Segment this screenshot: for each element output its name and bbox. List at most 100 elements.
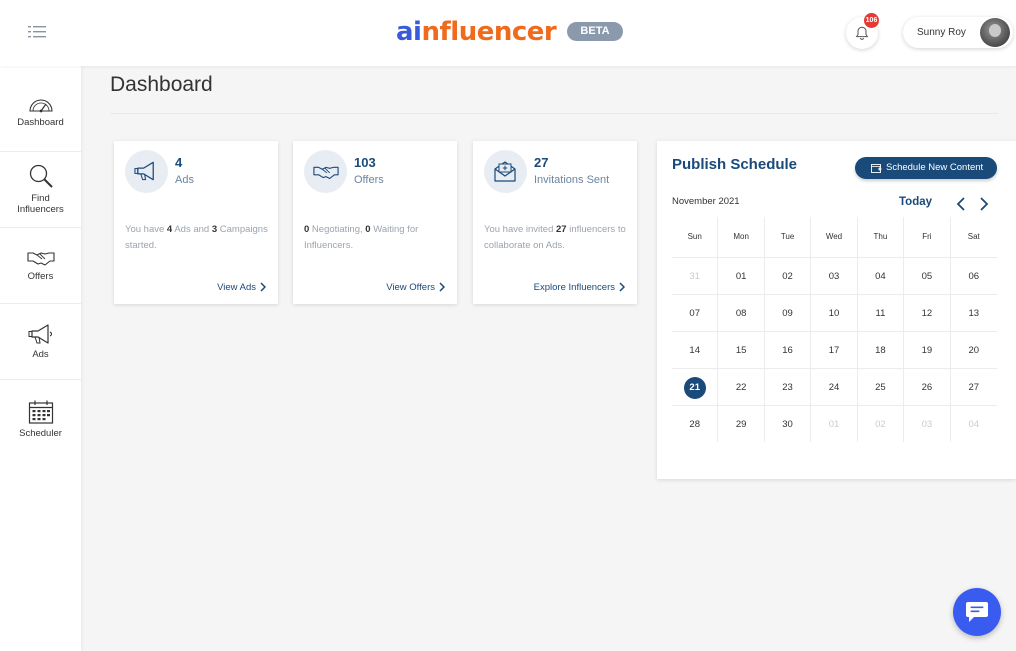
logo-rest: nfluencer bbox=[421, 17, 557, 47]
sidebar-item-label: Offers bbox=[27, 271, 54, 282]
chevron-right-icon bbox=[260, 282, 266, 292]
calendar-day[interactable]: 26 bbox=[904, 368, 951, 405]
calendar-day[interactable]: 08 bbox=[718, 294, 765, 331]
calendar-day[interactable]: 31 bbox=[672, 257, 719, 294]
ads-count: 4 bbox=[175, 155, 183, 170]
chat-button[interactable] bbox=[953, 588, 1001, 636]
calendar-day[interactable]: 04 bbox=[857, 257, 905, 294]
calendar-day[interactable]: 16 bbox=[764, 331, 812, 368]
offers-stat-card: 103 Offers 0 Negotiating, 0 Waiting for … bbox=[293, 141, 457, 304]
weekday-header: Sat bbox=[967, 232, 980, 241]
calendar-day[interactable]: 30 bbox=[764, 405, 812, 442]
calendar-day-number: 29 bbox=[735, 419, 747, 430]
sidebar-item-label: Scheduler bbox=[19, 428, 62, 439]
calendar-day-number: 02 bbox=[875, 419, 886, 430]
search-icon bbox=[29, 164, 53, 188]
calendar-week-row: 07 08 09 10 11 12 13 bbox=[672, 294, 997, 331]
offers-description: 0 Negotiating, 0 Waiting for Influencers… bbox=[304, 224, 419, 251]
calendar-day[interactable]: 06 bbox=[950, 257, 997, 294]
avatar bbox=[980, 18, 1010, 47]
notification-count-badge: 106 bbox=[864, 13, 879, 28]
explore-influencers-link[interactable]: Explore Influencers bbox=[534, 282, 625, 293]
schedule-button-label: Schedule New Content bbox=[886, 162, 984, 173]
sidebar-item-offers[interactable]: Offers bbox=[0, 228, 81, 304]
beta-badge: BETA bbox=[567, 22, 623, 41]
calendar-week-row: 31 01 02 03 04 05 06 bbox=[672, 257, 997, 294]
calendar-day[interactable]: 12 bbox=[904, 294, 951, 331]
chevron-left-icon bbox=[956, 197, 965, 211]
calendar-day-number: 14 bbox=[689, 345, 700, 356]
user-name: Sunny Roy bbox=[917, 27, 966, 38]
calendar-day-number: 05 bbox=[921, 271, 933, 282]
calendar-day-number: 30 bbox=[782, 419, 793, 430]
schedule-title: Publish Schedule bbox=[672, 156, 798, 173]
calendar-day[interactable]: 28 bbox=[672, 405, 719, 442]
brand-logo[interactable]: ainfluencer bbox=[396, 16, 557, 48]
calendar-day[interactable]: 02 bbox=[857, 405, 905, 442]
calendar-day-selected[interactable]: 21 bbox=[672, 368, 719, 405]
calendar-day[interactable]: 19 bbox=[904, 331, 951, 368]
sidebar-item-find-influencers[interactable]: Find Influencers bbox=[0, 152, 81, 228]
calendar-day[interactable]: 10 bbox=[811, 294, 858, 331]
handshake-icon bbox=[26, 252, 55, 266]
calendar-week-row: 28 29 30 01 02 03 04 bbox=[672, 405, 997, 442]
view-offers-link[interactable]: View Offers bbox=[386, 282, 445, 293]
calendar-day[interactable]: 01 bbox=[718, 257, 765, 294]
calendar-day-number: 23 bbox=[782, 382, 793, 393]
calendar-day[interactable]: 03 bbox=[904, 405, 951, 442]
calendar-day[interactable]: 17 bbox=[811, 331, 858, 368]
megaphone-icon bbox=[134, 161, 154, 181]
sidebar-item-dashboard[interactable]: Dashboard bbox=[0, 66, 81, 152]
calendar-day[interactable]: 14 bbox=[672, 331, 719, 368]
calendar-day-number: 01 bbox=[828, 419, 840, 430]
user-menu[interactable]: Sunny Roy bbox=[903, 17, 1013, 48]
calendar-day-number: 04 bbox=[875, 271, 886, 282]
calendar-day[interactable]: 04 bbox=[950, 405, 997, 442]
schedule-new-content-button[interactable]: Schedule New Content bbox=[855, 157, 997, 179]
calendar-day-number: 28 bbox=[689, 419, 700, 430]
calendar-day[interactable]: 23 bbox=[764, 368, 812, 405]
today-button[interactable]: Today bbox=[899, 196, 932, 208]
ads-label: Ads bbox=[175, 174, 194, 186]
menu-toggle-icon[interactable] bbox=[28, 25, 46, 39]
offers-card-icon-circle bbox=[304, 150, 347, 193]
calendar-day-number: 16 bbox=[782, 345, 793, 356]
calendar-day[interactable]: 24 bbox=[811, 368, 858, 405]
calendar-day-number: 20 bbox=[968, 345, 980, 356]
logo-ai: ai bbox=[396, 17, 422, 47]
calendar-month-label: November 2021 bbox=[672, 196, 740, 207]
invitations-label: Invitations Sent bbox=[534, 174, 610, 186]
calendar-day-number: 09 bbox=[782, 308, 793, 319]
invitations-stat-card: 27 Invitations Sent You have invited 27 … bbox=[473, 141, 637, 304]
calendar-day-number: 03 bbox=[828, 271, 840, 282]
chevron-right-icon bbox=[619, 282, 625, 292]
weekday-header: Mon bbox=[718, 217, 765, 257]
calendar-day[interactable]: 18 bbox=[857, 331, 905, 368]
calendar-day[interactable]: 07 bbox=[672, 294, 719, 331]
calendar-day[interactable]: 27 bbox=[950, 368, 997, 405]
view-ads-link[interactable]: View Ads bbox=[217, 282, 266, 293]
sidebar-item-scheduler[interactable]: Scheduler bbox=[0, 380, 81, 456]
ads-description: You have 4 Ads and 3 Campaigns started. bbox=[125, 224, 268, 251]
prev-month-button[interactable] bbox=[954, 196, 968, 212]
sidebar: Dashboard Find Influencers Offers Ads Sc… bbox=[0, 66, 81, 651]
calendar-day[interactable]: 03 bbox=[811, 257, 858, 294]
calendar-day-number: 26 bbox=[921, 382, 933, 393]
calendar-day[interactable]: 22 bbox=[718, 368, 765, 405]
ads-stat-card: 4 Ads You have 4 Ads and 3 Campaigns sta… bbox=[114, 141, 278, 304]
calendar-day[interactable]: 13 bbox=[950, 294, 997, 331]
calendar-day[interactable]: 11 bbox=[857, 294, 905, 331]
calendar-day[interactable]: 01 bbox=[811, 405, 858, 442]
next-month-button[interactable] bbox=[977, 196, 991, 212]
calendar-day-number: 22 bbox=[735, 382, 747, 393]
calendar-day[interactable]: 02 bbox=[764, 257, 812, 294]
calendar-day[interactable]: 25 bbox=[857, 368, 905, 405]
offers-count: 103 bbox=[354, 155, 376, 170]
calendar-day[interactable]: 20 bbox=[950, 331, 997, 368]
calendar-day[interactable]: 09 bbox=[764, 294, 812, 331]
calendar-day[interactable]: 29 bbox=[718, 405, 765, 442]
sidebar-item-ads[interactable]: Ads bbox=[0, 304, 81, 380]
calendar-day-number: 19 bbox=[921, 345, 933, 356]
calendar-day[interactable]: 15 bbox=[718, 331, 765, 368]
calendar-day[interactable]: 05 bbox=[904, 257, 951, 294]
